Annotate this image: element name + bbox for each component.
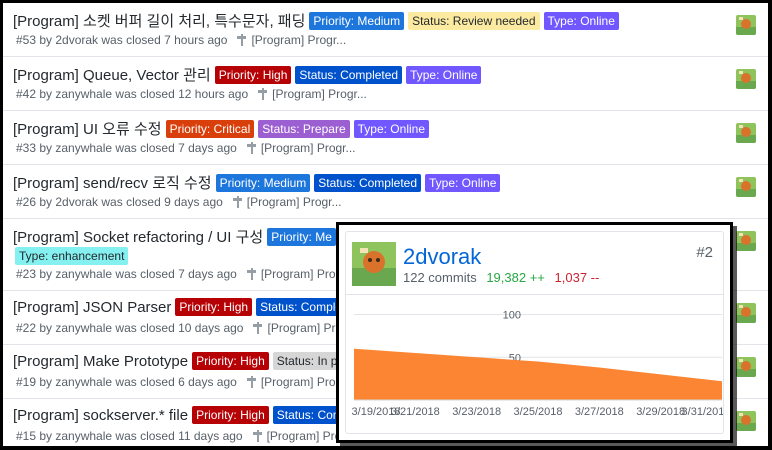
issue-meta-text: #19 by zanywhale was closed 6 days ago: [16, 375, 237, 389]
issue-meta: #15 by zanywhale was closed 11 days ago[…: [16, 429, 361, 443]
issue-label[interactable]: Type: Online: [353, 119, 429, 138]
issue-label[interactable]: Type: Online: [543, 11, 619, 30]
commit-activity-chart: 501003/19/20183/21/2018 3/23/2018 3/25/201…: [352, 310, 724, 418]
issue-meta-text: #22 by zanywhale was closed 10 days ago: [16, 321, 244, 335]
milestone-link[interactable]: [Program] Progr...: [258, 87, 367, 101]
issue-title-line: [Program] send/recv 로직 수정 Priority: Mediu…: [13, 172, 504, 193]
issue-label[interactable]: Priority: High: [175, 298, 253, 316]
issue-meta: #26 by 2dvorak was closed 9 days ago [Pro…: [16, 195, 342, 209]
contributor-avatar[interactable]: [352, 242, 396, 286]
issue-meta: #42 by zanywhale was closed 12 hours ago…: [16, 87, 367, 101]
milestone-icon: [246, 376, 257, 388]
assignee-avatar[interactable]: [736, 303, 756, 323]
contributor-username[interactable]: 2dvorak: [403, 244, 481, 270]
issue-title-line: [Program] 소켓 버퍼 길이 처리, 특수문자, 패딩 Priority:…: [13, 10, 623, 31]
issue-row[interactable]: [Program] 소켓 버퍼 길이 처리, 특수문자, 패딩 Priority:…: [3, 3, 768, 57]
issue-title[interactable]: [Program] 소켓 버퍼 길이 처리, 특수문자, 패딩: [13, 10, 305, 31]
x-tick-label: 3/21/2018: [391, 406, 440, 418]
issue-meta-text: #26 by 2dvorak was closed 9 days ago: [16, 195, 223, 209]
issue-row[interactable]: [Program] UI 오류 수정 Priority: Critical Stat…: [3, 111, 768, 165]
milestone-icon: [258, 88, 268, 100]
assignee-avatar[interactable]: [736, 123, 756, 143]
issue-label[interactable]: Status: Completed: [314, 173, 421, 192]
issue-row[interactable]: [Program] Queue, Vector 관리 Priority: High…: [3, 57, 768, 111]
issue-title-line: [Program] sockserver.* file Priority: Hig…: [13, 406, 351, 424]
issue-label[interactable]: Status: Completed: [295, 65, 403, 84]
issue-title[interactable]: [Program] send/recv 로직 수정: [13, 172, 212, 193]
y-tick-label: 100: [503, 310, 521, 322]
issue-title[interactable]: [Program] sockserver.* file: [13, 407, 188, 424]
assignee-avatar[interactable]: [736, 15, 756, 35]
issue-title-line: [Program] Queue, Vector 관리 Priority: High…: [13, 64, 485, 85]
milestone-icon: [252, 430, 263, 442]
issue-title[interactable]: [Program] Queue, Vector 관리: [13, 64, 211, 85]
issue-label[interactable]: Status: Prepare: [258, 119, 350, 138]
contributor-stats: 122 commits 19,382 ++ 1,037 --: [403, 270, 599, 285]
x-tick-label: 3/25/2018: [514, 406, 563, 418]
issue-meta-text: #33 by zanywhale was closed 7 days ago: [16, 141, 237, 155]
issue-meta-text: #15 by zanywhale was closed 11 days ago: [16, 429, 243, 443]
issue-meta-text: #53 by 2dvorak was closed 7 hours ago: [16, 33, 228, 47]
contributor-rank: #2: [696, 244, 713, 261]
issue-label[interactable]: Priority: High: [192, 352, 269, 370]
assignee-avatar[interactable]: [736, 69, 756, 89]
milestone-link[interactable]: [Program] Progr...: [232, 195, 342, 209]
contributor-card: 2dvorak #2 122 commits 19,382 ++ 1,037 -…: [345, 231, 724, 434]
assignee-avatar[interactable]: [736, 411, 756, 431]
issue-meta: #33 by zanywhale was closed 7 days ago [P…: [16, 141, 356, 155]
milestone-icon: [246, 142, 257, 154]
assignee-avatar[interactable]: [736, 177, 756, 197]
milestone-link[interactable]: [Program] Progr...: [237, 33, 346, 47]
issue-label[interactable]: Type: Online: [425, 173, 501, 192]
assignee-avatar[interactable]: [736, 357, 756, 377]
issue-label[interactable]: Priority: Medium: [309, 11, 405, 30]
issue-meta: #53 by 2dvorak was closed 7 hours ago [Pr…: [16, 33, 346, 47]
additions-count: 19,382 ++: [486, 270, 545, 285]
issue-meta-text: #23 by zanywhale was closed 7 days ago: [16, 267, 237, 281]
issue-label[interactable]: Status: In pr: [272, 352, 346, 370]
milestone-icon: [253, 322, 263, 334]
x-tick-label: 3/27/2018: [575, 406, 624, 418]
milestone-icon: [246, 268, 257, 280]
issue-label[interactable]: Priority: Medium: [215, 173, 311, 192]
issue-title[interactable]: [Program] Make Prototype: [13, 353, 188, 370]
milestone-link[interactable]: [Program] Progr...: [246, 141, 356, 155]
milestone-label: [Program] Progr...: [251, 33, 347, 47]
deletions-count: 1,037 --: [554, 270, 600, 285]
issues-page: [Program] 소켓 버퍼 길이 처리, 특수문자, 패딩 Priority:…: [0, 0, 772, 450]
issue-label[interactable]: Priority: Critical: [165, 119, 255, 138]
contributor-popup: 2dvorak #2 122 commits 19,382 ++ 1,037 -…: [336, 222, 733, 443]
issue-title[interactable]: [Program] Socket refactoring / UI 구성: [13, 226, 263, 247]
x-tick-label: 3/23/2018: [452, 406, 501, 418]
x-tick-label: 3/29/2018: [636, 406, 685, 418]
milestone-label: [Program] Progr...: [246, 195, 342, 209]
issue-label[interactable]: Status: Review needed: [408, 11, 540, 30]
commit-activity-area: [354, 348, 722, 400]
issue-label[interactable]: Type: enhancement: [15, 247, 129, 265]
issue-meta: #19 by zanywhale was closed 6 days ago [P…: [16, 375, 356, 389]
issue-row[interactable]: [Program] send/recv 로직 수정 Priority: Mediu…: [3, 165, 768, 219]
milestone-icon: [232, 196, 243, 208]
issue-label[interactable]: Priority: High: [192, 406, 269, 424]
issue-label[interactable]: Type: Online: [406, 65, 482, 84]
issue-title-line: [Program] Make Prototype Priority: High St…: [13, 352, 349, 370]
issue-title[interactable]: [Program] JSON Parser: [13, 299, 171, 316]
issue-title-line: [Program] JSON Parser Priority: High Statu…: [13, 298, 360, 316]
commit-count[interactable]: 122 commits: [403, 270, 477, 285]
issue-meta: #23 by zanywhale was closed 7 days ago [P…: [16, 267, 356, 281]
issue-label[interactable]: Priority: High: [214, 65, 292, 84]
milestone-icon: [237, 34, 247, 46]
issue-label[interactable]: Priority: Me: [267, 227, 336, 246]
issue-title-line: [Program] Socket refactoring / UI 구성 Prio…: [13, 226, 340, 247]
milestone-label: [Program] Progr...: [260, 141, 356, 155]
issue-meta-text: #42 by zanywhale was closed 12 hours ago: [16, 87, 249, 101]
avatar-image: [352, 242, 396, 286]
issue-title-line: [Program] UI 오류 수정 Priority: Critical Stat…: [13, 118, 433, 139]
card-divider: [346, 294, 723, 295]
x-tick-label: 3/31/2018: [682, 406, 724, 418]
assignee-avatar[interactable]: [736, 231, 756, 251]
issue-title[interactable]: [Program] UI 오류 수정: [13, 118, 162, 139]
issue-meta: #22 by zanywhale was closed 10 days ago[…: [16, 321, 362, 335]
milestone-label: [Program] Progr...: [272, 87, 367, 101]
